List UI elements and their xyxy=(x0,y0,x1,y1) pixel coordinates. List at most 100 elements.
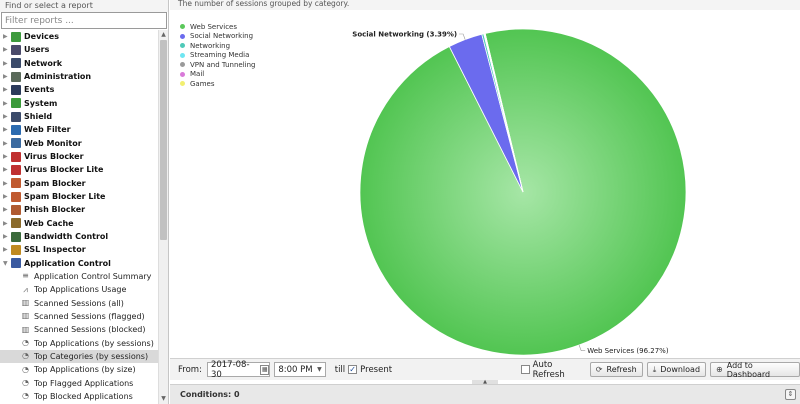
legend-item[interactable]: VPN and Tunneling xyxy=(180,60,255,70)
tree-category-application-control[interactable]: ▼ Application Control xyxy=(0,257,158,270)
expand-arrow-icon[interactable]: ▶ xyxy=(3,97,10,110)
expand-arrow-icon[interactable]: ▶ xyxy=(3,203,10,216)
chevron-down-icon: ▼ xyxy=(317,366,322,373)
tree-category-bandwidth-control[interactable]: ▶ Bandwidth Control xyxy=(0,230,158,243)
legend-item[interactable]: Web Services xyxy=(180,22,255,32)
tree-category-shield[interactable]: ▶ Shield xyxy=(0,110,158,123)
tree-category-users[interactable]: ▶ Users xyxy=(0,43,158,56)
tree-report-item[interactable]: ▥ Scanned Sessions (blocked) xyxy=(0,323,158,336)
tree-report-item[interactable]: ◔ Top Flagged Applications xyxy=(0,377,158,390)
expand-arrow-icon[interactable]: ▶ xyxy=(3,110,10,123)
legend-item[interactable]: Networking xyxy=(180,41,255,51)
expand-arrow-icon[interactable]: ▶ xyxy=(3,150,10,163)
legend-swatch xyxy=(180,71,185,77)
tree-report-label: Top Categories (by sessions) xyxy=(34,351,149,361)
expand-arrow-icon[interactable]: ▶ xyxy=(3,43,10,56)
tree-category-web-filter[interactable]: ▶ Web Filter xyxy=(0,123,158,136)
tree-category-devices[interactable]: ▶ Devices xyxy=(0,30,158,43)
tree-category-web-monitor[interactable]: ▶ Web Monitor xyxy=(0,137,158,150)
present-checkbox-box[interactable]: ✓ xyxy=(348,365,358,374)
from-date-value: 2017-08-30 xyxy=(210,359,250,380)
tree-category-label: Web Filter xyxy=(24,125,71,135)
legend-item[interactable]: Streaming Media xyxy=(180,51,255,61)
present-checkbox[interactable]: ✓ Present xyxy=(348,365,392,375)
tree-report-item[interactable]: ⩘ Top Applications Usage xyxy=(0,283,158,296)
spam-blocker-icon xyxy=(11,178,21,189)
legend-swatch xyxy=(180,52,185,58)
expand-arrow-icon[interactable]: ▶ xyxy=(3,83,10,96)
expand-arrow-icon[interactable]: ▶ xyxy=(3,230,10,243)
bandwidth-control-icon xyxy=(11,231,21,242)
virus-blocker-icon xyxy=(11,151,21,162)
legend-item[interactable]: Games xyxy=(180,79,255,89)
auto-refresh-checkbox[interactable]: Auto Refresh xyxy=(521,360,584,380)
expand-arrow-icon[interactable]: ▶ xyxy=(3,217,10,230)
tree-report-item[interactable]: ◔ Top Applications (by sessions) xyxy=(0,337,158,350)
users-icon xyxy=(11,44,21,55)
auto-refresh-label: Auto Refresh xyxy=(532,359,565,380)
collapse-arrow-icon[interactable]: ▼ xyxy=(3,257,10,270)
tree-category-ssl-inspector[interactable]: ▶ SSL Inspector xyxy=(0,243,158,256)
tree-category-events[interactable]: ▶ Events xyxy=(0,83,158,96)
tree-report-label: Scanned Sessions (flagged) xyxy=(34,311,145,321)
refresh-button[interactable]: ⟳ Refresh xyxy=(589,362,643,377)
spam-blocker-lite-icon xyxy=(11,191,21,202)
expand-arrow-icon[interactable]: ▶ xyxy=(3,137,10,150)
conditions-bar[interactable]: Conditions: 0 ⇕ xyxy=(170,384,800,404)
chart-area: Social Networking (3.39%) Web Services (9… xyxy=(170,10,800,358)
tree-report-item[interactable]: ▥ Scanned Sessions (all) xyxy=(0,297,158,310)
tree-category-spam-blocker-lite[interactable]: ▶ Spam Blocker Lite xyxy=(0,190,158,203)
expand-arrow-icon[interactable]: ▶ xyxy=(3,243,10,256)
tree-category-label: Spam Blocker Lite xyxy=(24,192,106,201)
shield-icon xyxy=(11,111,21,122)
add-to-dashboard-button[interactable]: ⊕ Add to Dashboard xyxy=(710,361,800,379)
tree-category-label: Web Cache xyxy=(24,218,74,228)
scrollbar-thumb[interactable] xyxy=(160,40,167,240)
legend-swatch xyxy=(180,24,185,30)
tree-category-spam-blocker[interactable]: ▶ Spam Blocker xyxy=(0,177,158,190)
conditions-label: Conditions: 0 xyxy=(180,390,240,399)
refresh-label: Refresh xyxy=(606,365,637,374)
from-time-select[interactable]: 8:00 PM ▼ xyxy=(274,362,326,377)
expand-conditions-icon[interactable]: ⇕ xyxy=(785,389,796,400)
legend-item[interactable]: Social Networking xyxy=(180,32,255,42)
expand-arrow-icon[interactable]: ▶ xyxy=(3,163,10,176)
tree-report-item[interactable]: ◔ Top Applications (by size) xyxy=(0,363,158,376)
network-icon xyxy=(11,58,21,69)
line-chart-icon: ⩘ xyxy=(23,284,28,294)
system-icon xyxy=(11,98,21,109)
calendar-icon[interactable]: ▦ xyxy=(259,364,270,375)
tree-report-item[interactable]: ▥ Scanned Sessions (flagged) xyxy=(0,310,158,323)
tree-report-item[interactable]: ◔ Top Blocked Applications xyxy=(0,390,158,403)
tree-category-label: Events xyxy=(24,85,55,95)
tree-category-label: Users xyxy=(24,45,50,55)
tree-category-system[interactable]: ▶ System xyxy=(0,97,158,110)
scroll-up-icon[interactable]: ▲ xyxy=(159,30,168,40)
tree-category-web-cache[interactable]: ▶ Web Cache xyxy=(0,217,158,230)
expand-arrow-icon[interactable]: ▶ xyxy=(3,70,10,83)
sidebar-scrollbar[interactable]: ▲ ▼ xyxy=(158,30,168,404)
expand-arrow-icon[interactable]: ▶ xyxy=(3,177,10,190)
legend-item[interactable]: Mail xyxy=(180,70,255,80)
download-button[interactable]: ⤓ Download xyxy=(646,362,707,377)
tree-report-item[interactable]: ≡ Application Control Summary xyxy=(0,270,158,283)
tree-report-item[interactable]: ◔ Top Categories (by sessions) xyxy=(0,349,158,363)
from-date-field[interactable]: 2017-08-30 ▦ xyxy=(206,359,271,380)
expand-arrow-icon[interactable]: ▶ xyxy=(3,30,10,43)
tree-category-network[interactable]: ▶ Network xyxy=(0,57,158,70)
tree-category-phish-blocker[interactable]: ▶ Phish Blocker xyxy=(0,203,158,216)
tree-category-virus-blocker[interactable]: ▶ Virus Blocker xyxy=(0,150,158,163)
auto-refresh-checkbox-box[interactable] xyxy=(521,365,530,374)
tree-category-virus-blocker-lite[interactable]: ▶ Virus Blocker Lite xyxy=(0,163,158,176)
filter-reports-input[interactable] xyxy=(1,12,167,29)
scroll-down-icon[interactable]: ▼ xyxy=(159,394,168,404)
expand-arrow-icon[interactable]: ▶ xyxy=(3,123,10,136)
present-label: Present xyxy=(360,364,393,375)
expand-arrow-icon[interactable]: ▶ xyxy=(3,190,10,203)
report-tree: ▶ Devices ▶ Users ▶ Network ▶ Administration ▶ Ev… xyxy=(0,30,158,404)
expand-arrow-icon[interactable]: ▶ xyxy=(3,57,10,70)
pie-data-label: Web Services (96.27%) xyxy=(587,347,669,355)
web-monitor-icon xyxy=(11,138,21,149)
tree-category-administration[interactable]: ▶ Administration xyxy=(0,70,158,83)
pie-label-connector xyxy=(578,344,586,352)
